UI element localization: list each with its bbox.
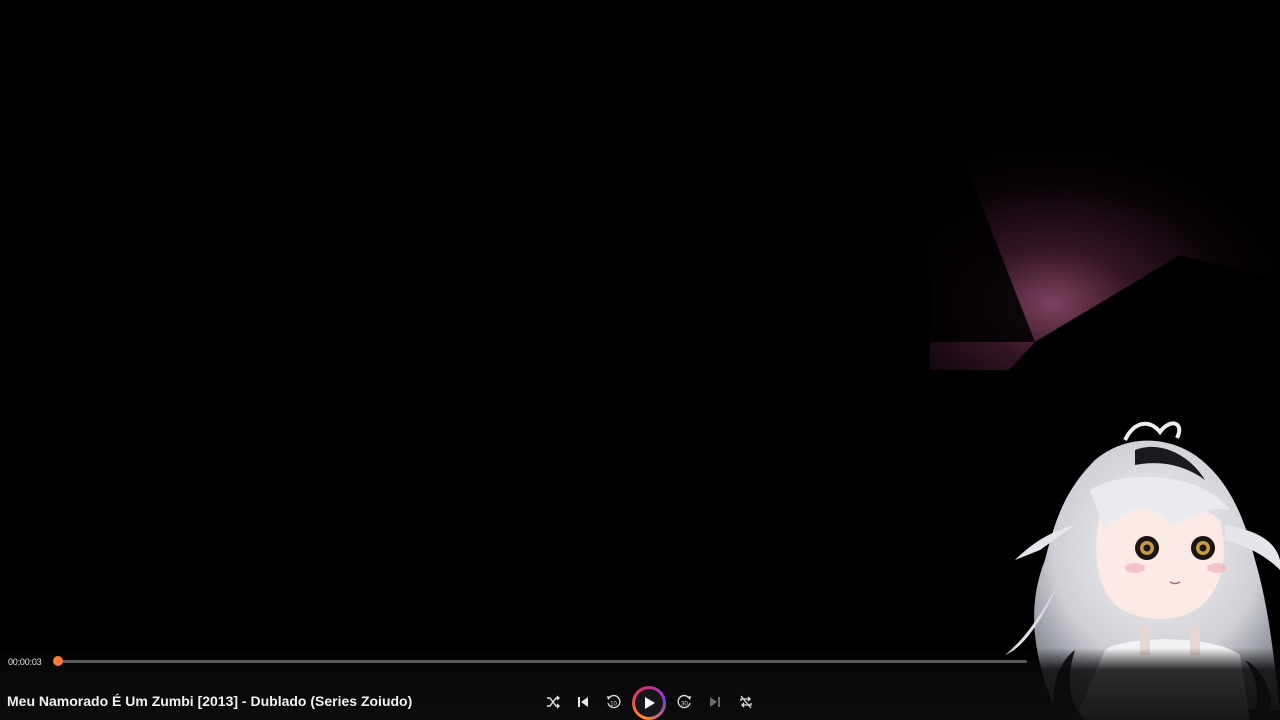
media-title: Meu Namorado É Um Zumbi [2013] - Dublado…: [7, 693, 413, 709]
rewind-10-icon: 10: [607, 694, 621, 709]
skip-next-icon: [710, 697, 720, 707]
play-icon: [645, 697, 655, 709]
forward-30-button[interactable]: 30: [672, 686, 698, 718]
repeat-button[interactable]: [733, 686, 759, 718]
previous-button[interactable]: [570, 686, 596, 718]
next-button[interactable]: [702, 686, 728, 718]
skip-previous-icon: [578, 697, 588, 707]
shuffle-icon: [547, 695, 560, 709]
playback-controls: 10 30: [540, 686, 770, 720]
svg-text:30: 30: [681, 702, 688, 708]
current-time: 00:00:03: [8, 657, 42, 667]
shuffle-button[interactable]: [540, 686, 566, 718]
repeat-off-icon: [740, 695, 752, 709]
seek-handle[interactable]: [53, 656, 63, 666]
svg-text:10: 10: [610, 702, 617, 708]
play-button[interactable]: [632, 686, 666, 720]
seek-bar[interactable]: [57, 660, 1027, 663]
rewind-10-button[interactable]: 10: [600, 686, 626, 718]
forward-30-icon: 30: [677, 694, 691, 709]
